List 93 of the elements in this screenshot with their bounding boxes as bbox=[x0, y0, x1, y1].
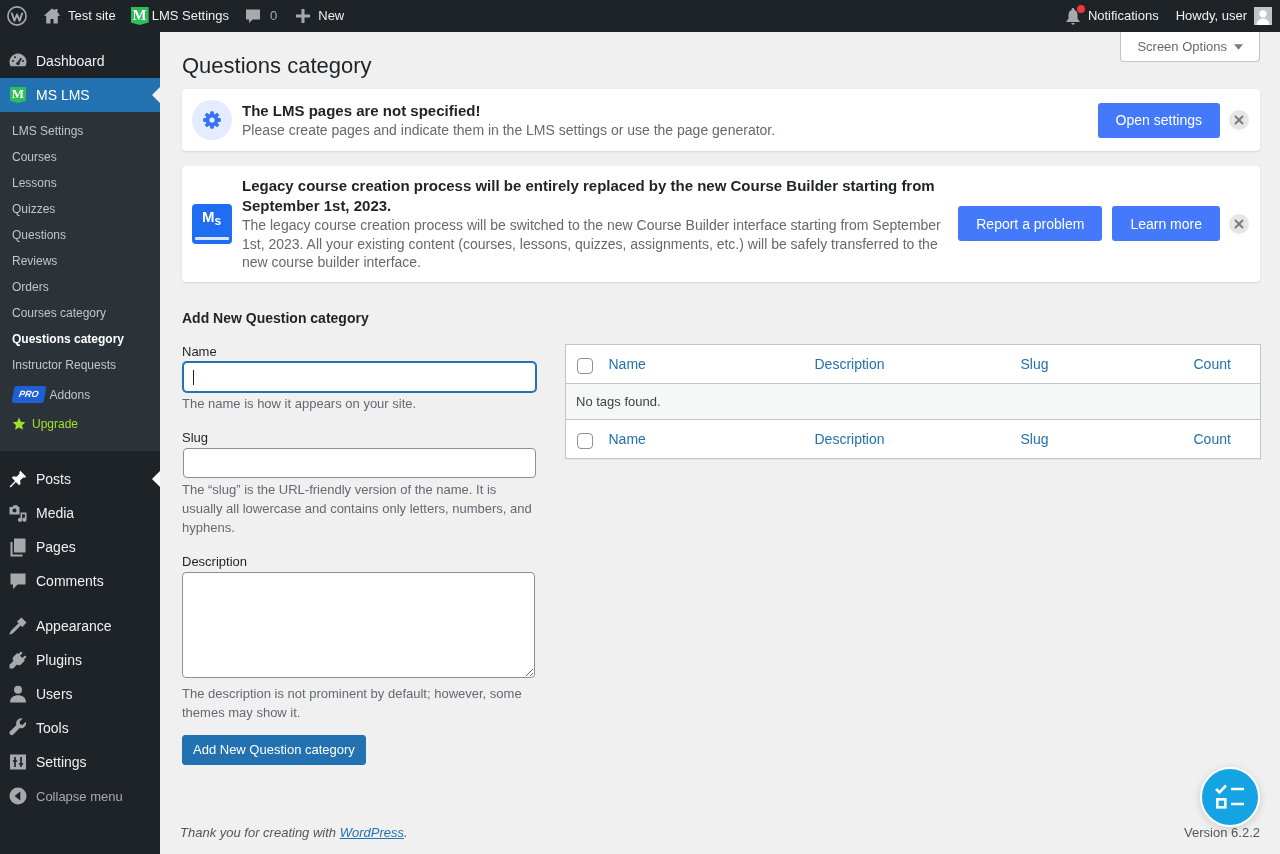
sidebar-item[interactable]: Settings bbox=[0, 745, 160, 779]
submenu-item[interactable]: Lessons bbox=[0, 170, 160, 196]
column-header-link[interactable]: Name bbox=[608, 355, 646, 372]
column-header-link[interactable]: Count bbox=[1193, 430, 1231, 447]
column-header-link[interactable]: Slug bbox=[1020, 430, 1049, 447]
column-header-link[interactable]: Slug bbox=[1020, 355, 1049, 372]
form-heading: Add New Question category bbox=[182, 308, 370, 328]
sidebar-item[interactable]: Tools bbox=[0, 711, 160, 745]
field-help: The “slug” is the URL-friendly version of the name. It is usually all lowercase and contains only letters, numbers, and hyphens. bbox=[182, 480, 533, 537]
sidebar-item[interactable]: M MS LMS bbox=[0, 78, 160, 112]
submenu-item[interactable]: Courses category bbox=[0, 300, 160, 326]
plus-icon bbox=[295, 8, 312, 24]
notice-action-button[interactable]: Report a problem bbox=[958, 206, 1103, 242]
paintbrush-icon bbox=[8, 616, 28, 636]
empty-message: No tags found. bbox=[565, 383, 1261, 419]
sidebar-item[interactable]: Users bbox=[0, 677, 160, 711]
checklist-icon bbox=[1215, 784, 1245, 810]
site-link[interactable]: Test site bbox=[43, 0, 116, 32]
submenu-item[interactable]: Orders bbox=[0, 274, 160, 300]
submenu-item[interactable]: Questions category bbox=[0, 326, 160, 352]
gear-icon bbox=[192, 100, 232, 140]
checklist-button[interactable] bbox=[1200, 767, 1260, 827]
notice-title: Legacy course creation process will be entirely replaced by the new Course Builder starting from September 1st, 2023. bbox=[242, 176, 936, 216]
field-help: The description is not prominent by default; however, some themes may show it. bbox=[182, 684, 523, 722]
dismiss-button[interactable] bbox=[1229, 213, 1249, 234]
plugin-logo: M bbox=[130, 7, 149, 25]
caret-icon bbox=[1234, 43, 1243, 50]
wrench-icon bbox=[8, 718, 28, 738]
pro-badge: PRO bbox=[11, 386, 46, 403]
select-all-checkbox[interactable] bbox=[577, 432, 593, 449]
site-logo-icon[interactable] bbox=[7, 6, 27, 26]
sidebar-item[interactable]: Media bbox=[0, 496, 160, 530]
screen-options-button[interactable]: Screen Options bbox=[1120, 32, 1260, 62]
credit-link[interactable]: WordPress bbox=[339, 825, 404, 840]
plugin-logo: M bbox=[10, 87, 26, 103]
sidebar-item[interactable]: Comments bbox=[0, 564, 160, 598]
field-label: Slug bbox=[182, 428, 210, 447]
sidebar-item[interactable]: Appearance bbox=[0, 609, 160, 643]
course-builder-logo: M$_{s}$ bbox=[192, 203, 232, 244]
textarea-field[interactable] bbox=[182, 571, 535, 678]
new-content-link[interactable]: New bbox=[295, 0, 345, 32]
avatar-icon bbox=[1254, 7, 1272, 25]
sidebar-item[interactable]: Posts bbox=[0, 462, 160, 496]
pointer-arrow-icon bbox=[152, 87, 160, 103]
field-label: Name bbox=[182, 342, 218, 361]
home-icon bbox=[43, 7, 61, 25]
column-header-link[interactable]: Count bbox=[1193, 355, 1231, 372]
notice-title: The LMS pages are not specified! bbox=[242, 100, 482, 121]
submenu-item[interactable]: Courses bbox=[0, 144, 160, 170]
page-title: Questions category bbox=[182, 52, 372, 80]
star-icon bbox=[12, 417, 26, 431]
notice-text: The legacy course creation process will be switched to the new Course Builder interface starting from September 1st, 2023. All your existing content (courses, lessons, quizzes, assignments, etc.) will be safely transferred to the new course builder interface. bbox=[242, 216, 942, 272]
submenu-item[interactable]: Reviews bbox=[0, 248, 160, 274]
close-icon bbox=[1234, 115, 1244, 125]
speech-bubble-icon bbox=[245, 8, 261, 24]
submenu-item[interactable]: Instructor Requests bbox=[0, 352, 160, 378]
version-text: Version 6.2.2 bbox=[1184, 825, 1260, 841]
speech-bubble-icon bbox=[8, 571, 28, 591]
column-header-link[interactable]: Description bbox=[814, 355, 885, 372]
column-header-link[interactable]: Description bbox=[814, 430, 885, 447]
sidebar-item[interactable]: Pages bbox=[0, 530, 160, 564]
sidebar-item[interactable]: Plugins bbox=[0, 643, 160, 677]
submenu-item[interactable]: Quizzes bbox=[0, 196, 160, 222]
text-field[interactable] bbox=[183, 447, 536, 478]
comments-link[interactable]: 0 bbox=[245, 0, 278, 32]
plugin-settings-link[interactable]: M LMS Settings bbox=[130, 0, 229, 32]
dismiss-button[interactable] bbox=[1229, 110, 1249, 130]
submenu-item[interactable]: Questions bbox=[0, 222, 160, 248]
user-icon bbox=[8, 684, 28, 704]
plug-icon bbox=[8, 650, 28, 670]
pushpin-icon bbox=[8, 469, 28, 489]
close-icon bbox=[1234, 218, 1244, 229]
submenu-item[interactable]: PRO Addons bbox=[0, 378, 160, 411]
select-all-checkbox[interactable] bbox=[577, 357, 593, 374]
pages-icon bbox=[8, 537, 28, 557]
column-header-link[interactable]: Name bbox=[608, 430, 646, 447]
collapse-menu-button[interactable]: Collapse menu bbox=[0, 779, 160, 813]
sidebar-item[interactable]: Dashboard bbox=[0, 44, 160, 78]
field-help: The name is how it appears on your site. bbox=[182, 394, 418, 413]
field-label: Description bbox=[182, 552, 249, 571]
camera-music-icon bbox=[8, 503, 28, 523]
footer-credit: Thank you for creating with WordPress. bbox=[180, 825, 408, 841]
sliders-icon bbox=[8, 752, 28, 772]
notice-action-button[interactable]: Learn more bbox=[1112, 206, 1220, 242]
submit-button[interactable]: Add New Question category bbox=[182, 734, 366, 765]
text-field[interactable] bbox=[183, 361, 536, 392]
submenu-item[interactable]: Upgrade bbox=[0, 411, 160, 437]
account-link[interactable]: Howdy, user bbox=[1175, 0, 1272, 32]
bell-icon bbox=[1064, 7, 1081, 25]
submenu-item[interactable]: LMS Settings bbox=[0, 118, 160, 144]
notifications-link[interactable]: Notifications bbox=[1064, 0, 1159, 32]
notice-action-button[interactable]: Open settings bbox=[1097, 102, 1220, 138]
notice-text: Please create pages and indicate them in the LMS settings or use the page generator. bbox=[242, 120, 777, 140]
